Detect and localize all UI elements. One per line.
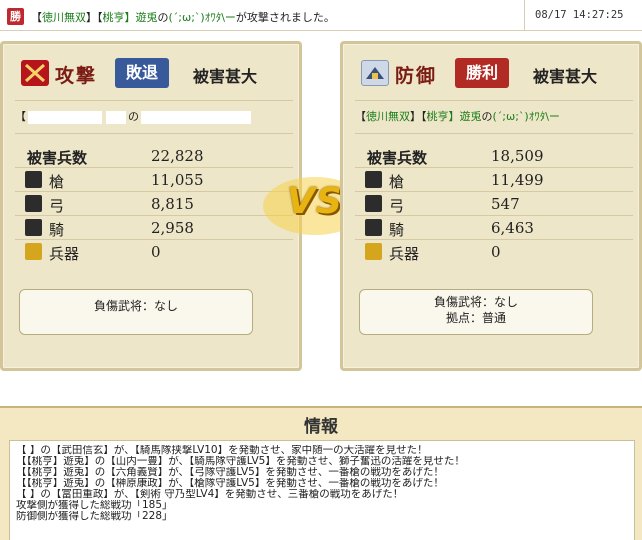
victory-badge: 勝利 (455, 58, 509, 88)
bow-icon (25, 195, 42, 212)
spear-icon (25, 171, 42, 188)
log-line: 【【桃亨】遊兎】の【六角義賢】が、【弓隊守護LV5】を発動させ、一番槍の戦功をあ… (16, 467, 444, 478)
bow-row: 弓 547 (355, 192, 633, 216)
horse-icon (25, 219, 42, 236)
injured-generals: 負傷武将：なし (433, 295, 518, 309)
spear-icon (365, 171, 382, 188)
info-section: 情報 【 】の【武田信玄】が、【騎馬隊挟撃LV10】を発動させ、家中随一の大活躍… (0, 406, 642, 540)
defend-panel: 防御 勝利 被害甚大 【徳川無双】【桃亨】遊兎の(´;ω;`)ｵﾜﾀ\ー 被害兵… (340, 41, 642, 371)
defeat-badge: 敗退 (115, 58, 169, 88)
defend-damage-label: 被害甚大 (533, 67, 598, 86)
horse-icon (365, 219, 382, 236)
base-status: 拠点：普通 (445, 311, 506, 325)
bow-row: 弓 8,815 (15, 192, 293, 216)
total-losses-row: 被害兵数 18,509 (355, 144, 633, 168)
attacker-names: 【の (15, 100, 293, 134)
spear-row: 槍 11,055 (15, 168, 293, 192)
redacted-name (28, 110, 102, 124)
battle-area: 攻撃 敗退 被害甚大 【の 被害兵数 22,828 槍 11,055 弓 8,8… (0, 31, 642, 406)
timestamp: 08/17 14:27:25 (524, 0, 642, 31)
attack-panel: 攻撃 敗退 被害甚大 【の 被害兵数 22,828 槍 11,055 弓 8,8… (0, 41, 302, 371)
cavalry-row: 騎 6,463 (355, 216, 633, 240)
weapon-row: 兵器 0 (355, 240, 633, 264)
top-bar: 勝 【徳川無双】【桃亨】遊兎の(´;ω;`)ｵﾜﾀ\ーが攻撃されました。 08/… (0, 0, 642, 31)
info-log: 【 】の【武田信玄】が、【騎馬隊挟撃LV10】を発動させ、家中随一の大活躍を見せ… (9, 440, 635, 540)
info-title: 情報 (304, 417, 338, 437)
player-link[interactable]: 桃亨】遊兎 (103, 11, 158, 24)
attack-header: 攻撃 敗退 被害甚大 (15, 58, 293, 92)
log-line: 【【桃亨】遊兎】の【山内一豊】が、【騎馬隊守護LV5】を発動させ、獅子奮迅の活躍… (16, 456, 465, 467)
log-line: 【 】の【富田重政】が、【剣術 守乃型LV4】を発動させ、三番槍の戦功をあげた！ (16, 489, 404, 500)
base-link[interactable]: (´;ω;`)ｵﾜﾀ\ー (493, 110, 560, 123)
crossed-swords-icon (21, 60, 49, 86)
log-line: 防御側が獲得した総戦功「228」 (16, 511, 173, 522)
defend-stats: 被害兵数 18,509 槍 11,499 弓 547 騎 6,463 兵器 0 (355, 144, 633, 264)
alliance-link[interactable]: 徳川無双 (366, 110, 410, 123)
win-badge: 勝 (7, 8, 24, 25)
defend-label: 防御 (395, 65, 438, 87)
battle-message: 【徳川無双】【桃亨】遊兎の(´;ω;`)ｵﾜﾀ\ーが攻撃されました。 (31, 11, 335, 24)
weapon-row: 兵器 0 (15, 240, 293, 264)
alliance-link[interactable]: 徳川無双 (42, 11, 86, 24)
log-line: 攻撃側が獲得した総戦功「185」 (16, 500, 173, 511)
defend-injury-box: 負傷武将：なし 拠点：普通 (359, 289, 593, 335)
cavalry-row: 騎 2,958 (15, 216, 293, 240)
bow-icon (365, 195, 382, 212)
log-line: 【 】の【武田信玄】が、【騎馬隊挟撃LV10】を発動させ、家中随一の大活躍を見せ… (16, 445, 428, 456)
weapon-icon (365, 243, 382, 260)
castle-icon (361, 60, 389, 86)
attack-stats: 被害兵数 22,828 槍 11,055 弓 8,815 騎 2,958 兵器 (15, 144, 293, 264)
weapon-icon (25, 243, 42, 260)
attack-injury-box: 負傷武将：なし (19, 289, 253, 335)
defend-header: 防御 勝利 被害甚大 (355, 58, 633, 92)
log-line: 【【桃亨】遊兎】の【榊原康政】が、【槍隊守護LV5】を発動させ、一番槍の戦功をあ… (16, 478, 444, 489)
attack-damage-label: 被害甚大 (193, 67, 258, 86)
attack-label: 攻撃 (55, 65, 98, 87)
total-losses-row: 被害兵数 22,828 (15, 144, 293, 168)
spear-row: 槍 11,499 (355, 168, 633, 192)
redacted-name (106, 110, 126, 124)
player-link[interactable]: 桃亨】遊兎 (427, 110, 482, 123)
defender-names: 【徳川無双】【桃亨】遊兎の(´;ω;`)ｵﾜﾀ\ー (355, 100, 633, 134)
redacted-name (141, 110, 251, 124)
vs-label: VS (287, 181, 343, 222)
base-link[interactable]: (´;ω;`)ｵﾜﾀ\ー (169, 11, 236, 24)
injured-generals: 負傷武将：なし (93, 299, 178, 313)
